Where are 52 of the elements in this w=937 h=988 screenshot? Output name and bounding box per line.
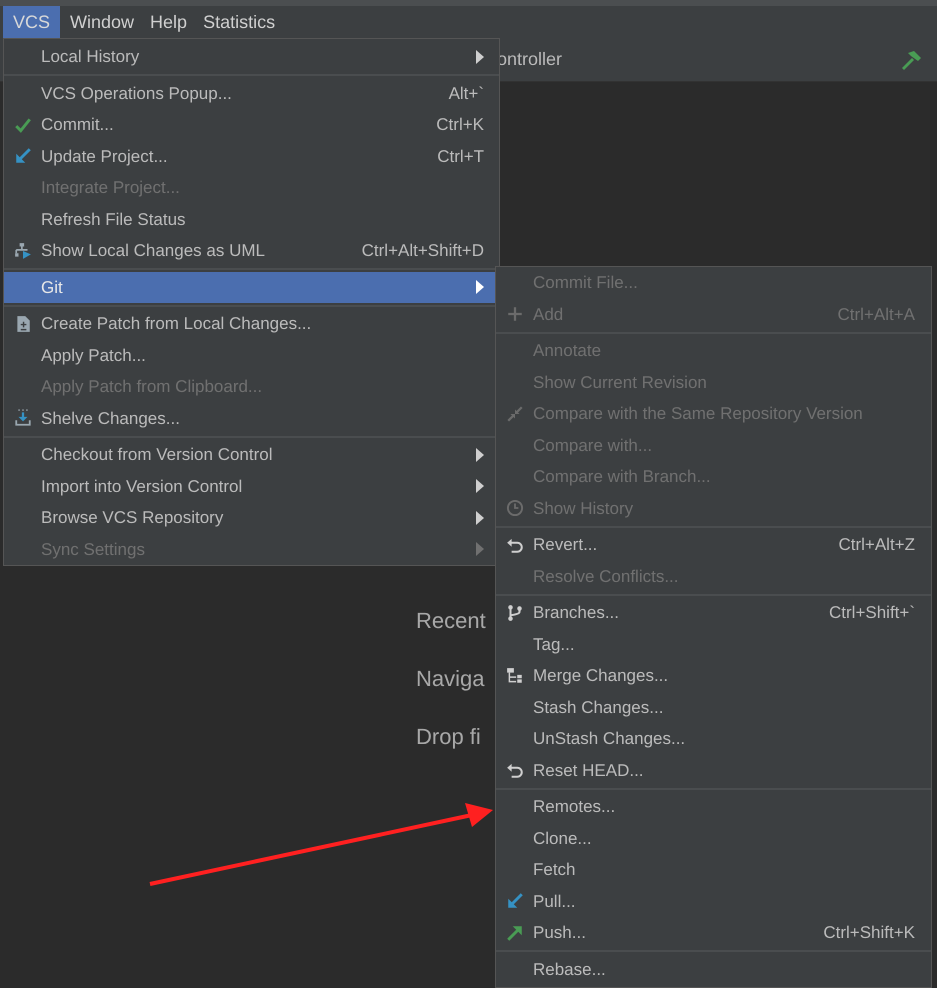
shortcut-label: Ctrl+Shift+K bbox=[822, 922, 915, 944]
menu-bar-item[interactable]: VCS bbox=[3, 6, 60, 38]
menu-item[interactable]: Revert... Ctrl+Alt+Z bbox=[496, 529, 931, 560]
menu-bar-item[interactable]: Help bbox=[144, 6, 194, 38]
menu-bar-item[interactable]: Statistics bbox=[197, 6, 282, 38]
arrow-icon bbox=[506, 924, 524, 942]
arrow-icon bbox=[14, 147, 32, 166]
shortcut-label: Alt+` bbox=[448, 82, 484, 104]
menu-item[interactable]: Commit... Ctrl+K bbox=[4, 109, 499, 140]
menu-bar-item[interactable]: Window bbox=[64, 6, 140, 38]
menu-item[interactable]: Apply Patch... bbox=[4, 340, 499, 371]
compare-icon bbox=[506, 404, 524, 423]
editor-hint: Recent bbox=[416, 606, 486, 634]
menu-item[interactable]: Stash Changes... bbox=[496, 692, 931, 723]
plus-icon bbox=[506, 305, 524, 324]
menu-item[interactable]: Remotes... bbox=[496, 791, 931, 822]
menu-item[interactable]: Update Project... Ctrl+T bbox=[4, 140, 499, 172]
diagram-icon bbox=[14, 242, 32, 260]
shelve-icon bbox=[14, 409, 32, 428]
menu-item[interactable]: Checkout from Version Control bbox=[4, 439, 499, 470]
shortcut-label: Ctrl+T bbox=[436, 146, 484, 168]
menu-item[interactable]: Reset HEAD... bbox=[496, 754, 931, 786]
menu-item[interactable]: Push... Ctrl+Shift+K bbox=[496, 917, 931, 948]
menu-item[interactable]: Create Patch from Local Changes... bbox=[4, 308, 499, 340]
clock-icon bbox=[506, 499, 524, 518]
editor-hint: Naviga bbox=[416, 664, 484, 693]
shortcut-label: Ctrl+Alt+Z bbox=[837, 534, 915, 556]
editor-hint: Drop fi bbox=[416, 722, 481, 751]
tree-icon bbox=[506, 666, 524, 685]
menu-item[interactable]: Import into Version Control bbox=[4, 470, 499, 502]
menu-item[interactable]: Merge Changes... bbox=[496, 660, 931, 692]
menu-item[interactable]: Clone... bbox=[496, 822, 931, 854]
check-icon bbox=[14, 116, 32, 134]
menu-item[interactable]: Show Local Changes as UML Ctrl+Alt+Shift+D bbox=[4, 235, 499, 266]
arrow-icon bbox=[506, 892, 524, 910]
shortcut-label: Ctrl+Alt+Shift+D bbox=[360, 240, 484, 262]
menu-item[interactable]: Branches... Ctrl+Shift+` bbox=[496, 597, 931, 628]
menu-item[interactable]: Tag... bbox=[496, 628, 931, 660]
menu-item[interactable]: UnStash Changes... bbox=[496, 723, 931, 754]
menu-item[interactable]: Rebase... bbox=[496, 954, 931, 985]
menu-item[interactable]: Refresh File Status bbox=[4, 204, 499, 235]
shortcut-label: Ctrl+K bbox=[435, 114, 484, 136]
shortcut-label: Ctrl+Shift+` bbox=[828, 602, 915, 624]
menu-item[interactable]: VCS Operations Popup... Alt+` bbox=[4, 78, 499, 109]
menu-item[interactable]: Shelve Changes... bbox=[4, 402, 499, 434]
branch-icon bbox=[506, 604, 524, 622]
menu-item[interactable]: Fetch bbox=[496, 854, 931, 886]
undo-icon bbox=[506, 761, 524, 780]
menu-item[interactable]: Browse VCS Repository bbox=[4, 502, 499, 534]
menu-item[interactable]: Pull... bbox=[496, 886, 931, 917]
menu-item[interactable]: Local History bbox=[4, 41, 499, 72]
toolbar-title: ontroller bbox=[497, 48, 562, 71]
